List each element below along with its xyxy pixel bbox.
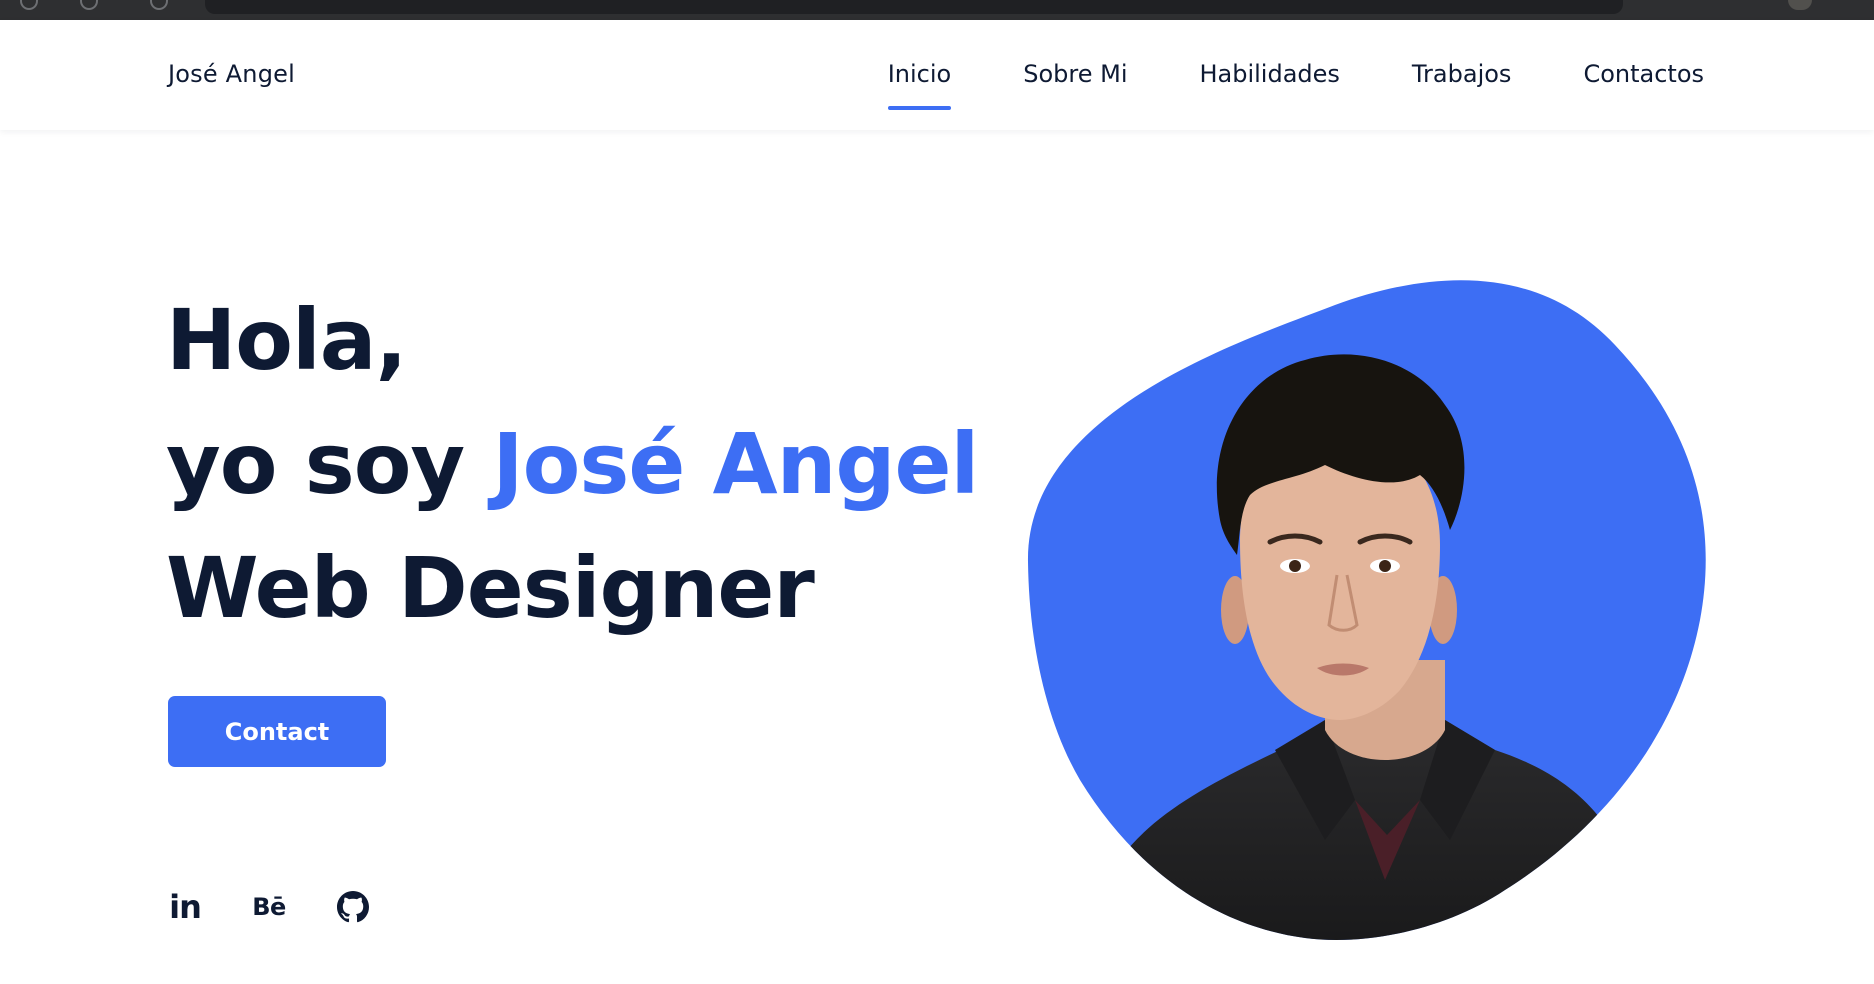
browser-toolbar bbox=[0, 0, 1874, 20]
social-links: in Bē bbox=[168, 888, 370, 926]
nav-item-trabajos[interactable]: Trabajos bbox=[1412, 60, 1512, 88]
main-nav: Inicio Sobre Mi Habilidades Trabajos Con… bbox=[887, 60, 1704, 110]
hero-heading: Hola, yo soy José Angel Web Designer bbox=[166, 278, 979, 650]
behance-icon[interactable]: Bē bbox=[252, 890, 286, 924]
linkedin-icon[interactable]: in bbox=[168, 888, 202, 926]
github-icon[interactable] bbox=[336, 890, 370, 924]
nav-item-contactos[interactable]: Contactos bbox=[1583, 60, 1704, 88]
hero-greeting: Hola, bbox=[166, 291, 407, 389]
behance-glyph: Bē bbox=[252, 893, 286, 921]
hero-name: José Angel bbox=[492, 415, 979, 513]
contact-button[interactable]: Contact bbox=[168, 696, 386, 767]
reload-icon[interactable] bbox=[150, 0, 168, 10]
address-bar[interactable] bbox=[205, 0, 1623, 14]
forward-icon[interactable] bbox=[80, 0, 98, 10]
nav-item-inicio[interactable]: Inicio bbox=[887, 60, 951, 110]
back-icon[interactable] bbox=[20, 0, 38, 10]
linkedin-glyph: in bbox=[169, 888, 202, 926]
site-header: José Angel Inicio Sobre Mi Habilidades T… bbox=[0, 20, 1874, 130]
profile-photo bbox=[1027, 280, 1706, 940]
nav-item-habilidades[interactable]: Habilidades bbox=[1199, 60, 1339, 88]
github-logo bbox=[337, 891, 369, 923]
hero-intro: yo soy bbox=[166, 415, 493, 513]
nav-item-sobre-mi[interactable]: Sobre Mi bbox=[1023, 60, 1127, 88]
site-logo[interactable]: José Angel bbox=[168, 60, 295, 88]
hero-role: Web Designer bbox=[166, 539, 815, 637]
profile-avatar[interactable] bbox=[1788, 0, 1812, 10]
